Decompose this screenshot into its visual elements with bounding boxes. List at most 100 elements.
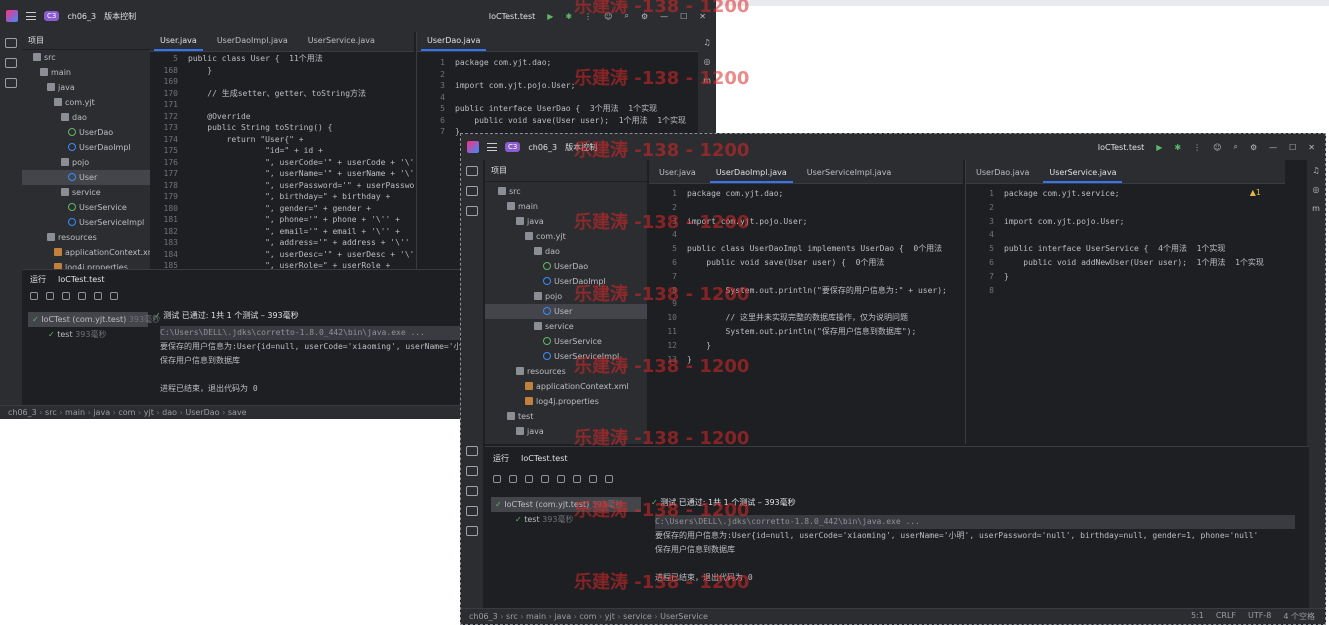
tree-item[interactable]: src	[485, 184, 647, 199]
breadcrumb-item[interactable]: src	[506, 612, 518, 621]
tree-item[interactable]: resources	[485, 364, 647, 379]
run-config-select[interactable]: IoCTest.test	[489, 12, 536, 21]
sort-icon[interactable]	[110, 292, 118, 300]
structure-tool-icon[interactable]	[466, 186, 478, 196]
maximize-icon[interactable]: ☐	[1289, 143, 1296, 152]
tree-item[interactable]: UserDaoImpl	[485, 274, 647, 289]
breadcrumb-item[interactable]: com	[118, 408, 135, 417]
breadcrumb-item[interactable]: com	[579, 612, 596, 621]
code-area[interactable]: 5 public class User { 11个用法 168 } 169 170 //…	[150, 52, 414, 269]
editor-tab[interactable]: UserDaoImpl.java	[706, 163, 797, 183]
notifications-icon[interactable]: ♫	[1312, 166, 1319, 175]
tree-item[interactable]: service	[22, 185, 150, 200]
debug-icon[interactable]: ✱	[1174, 143, 1181, 152]
tree-item[interactable]: applicationContext.xml	[485, 379, 647, 394]
more-tools-icon[interactable]	[466, 206, 478, 216]
ai-icon[interactable]: ◎	[1313, 185, 1320, 194]
breadcrumb-item[interactable]: src	[45, 408, 57, 417]
tree-item[interactable]: UserDao	[485, 259, 647, 274]
minimize-icon[interactable]: —	[1269, 143, 1277, 152]
menu-icon[interactable]	[487, 143, 497, 151]
status-item[interactable]: 4 个空格	[1283, 611, 1315, 622]
breadcrumb-item[interactable]: dao	[162, 408, 177, 417]
editor-tab[interactable]: User.java	[649, 163, 706, 183]
tree-item[interactable]: com.yjt	[485, 229, 647, 244]
run-title[interactable]: 运行	[493, 453, 509, 464]
run-icon[interactable]: ▶	[547, 12, 553, 21]
test-child[interactable]: ✓ test 393毫秒	[28, 327, 148, 342]
tree-item[interactable]: UserServiceImpl	[485, 349, 647, 364]
tree-item[interactable]: UserDaoImpl	[22, 140, 150, 155]
editor-tab[interactable]: UserDaoImpl.java	[207, 32, 298, 51]
maven-icon[interactable]: m	[703, 76, 711, 85]
breadcrumb-item[interactable]: ch06_3	[8, 408, 37, 417]
project-panel-header[interactable]: 项目	[22, 32, 150, 50]
run-config-select[interactable]: IoCTest.test	[1098, 143, 1145, 152]
project-badge[interactable]: C3	[44, 11, 60, 21]
project-name[interactable]: ch06_3	[528, 143, 557, 152]
tree-item[interactable]: test	[485, 409, 647, 424]
tree-item[interactable]: dao	[485, 244, 647, 259]
run-tab[interactable]: IoCTest.test	[58, 275, 105, 284]
code-area[interactable]: 1 package com.yjt.service; 2 3 import com.yj…	[966, 184, 1285, 297]
project-name[interactable]: ch06_3	[67, 12, 96, 21]
run-tool-icon[interactable]	[466, 446, 478, 456]
project-tool-icon[interactable]	[5, 38, 17, 48]
editor-tab[interactable]: UserDao.java	[966, 163, 1039, 183]
show-ignored-icon[interactable]	[557, 475, 565, 483]
test-child[interactable]: ✓ test 393毫秒	[491, 512, 641, 527]
tree-item[interactable]: main	[485, 199, 647, 214]
tree-item[interactable]: UserService	[485, 334, 647, 349]
ai-icon[interactable]: ◎	[704, 57, 711, 66]
tree-item[interactable]: UserDao	[22, 125, 150, 140]
editor-tab[interactable]: UserServiceImpl.java	[797, 163, 902, 183]
breadcrumb-item[interactable]: save	[228, 408, 247, 417]
user-icon[interactable]: ☺	[604, 12, 612, 21]
build-tool-icon[interactable]	[466, 466, 478, 476]
rerun-icon[interactable]	[493, 475, 501, 483]
run-title[interactable]: 运行	[30, 274, 46, 285]
rerun-icon[interactable]	[30, 292, 38, 300]
tree-item[interactable]: dao	[22, 110, 150, 125]
rerun-failed-icon[interactable]	[46, 292, 54, 300]
maven-icon[interactable]: m	[1312, 204, 1320, 213]
breadcrumb-item[interactable]: main	[65, 408, 85, 417]
tree-item[interactable]: java	[485, 424, 647, 439]
close-icon[interactable]: ✕	[699, 12, 706, 21]
run-tab[interactable]: IoCTest.test	[521, 454, 568, 463]
more-icon[interactable]: ⋮	[1193, 143, 1201, 152]
code-area[interactable]: 1 package com.yjt.dao; 2 3 import com.yjt.po…	[649, 184, 963, 366]
editor-tab[interactable]: UserDao.java	[417, 32, 490, 51]
test-root[interactable]: ✓ IoCTest (com.yjt.test) 393毫秒	[28, 312, 160, 327]
sort-icon[interactable]	[573, 475, 581, 483]
minimize-icon[interactable]: —	[660, 12, 668, 21]
maximize-icon[interactable]: ☐	[680, 12, 687, 21]
tree-item[interactable]: service	[485, 319, 647, 334]
tree-item[interactable]: resources	[22, 230, 150, 245]
gear-icon[interactable]: ⚙	[1250, 143, 1257, 152]
screenshot-icon[interactable]	[605, 475, 613, 483]
terminal-tool-icon[interactable]	[466, 486, 478, 496]
breadcrumb-item[interactable]: java	[554, 612, 571, 621]
status-item[interactable]: UTF-8	[1248, 611, 1271, 622]
tree-item[interactable]: UserService	[22, 200, 150, 215]
search-icon[interactable]: ⌕	[624, 11, 628, 21]
run-icon[interactable]: ▶	[1156, 143, 1162, 152]
test-root[interactable]: ✓ IoCTest (com.yjt.test) 393毫秒	[491, 497, 641, 512]
debug-icon[interactable]: ✱	[565, 12, 572, 21]
user-icon[interactable]: ☺	[1213, 143, 1221, 152]
editor-tab[interactable]: User.java	[150, 32, 207, 51]
editor-tab[interactable]: UserService.java	[1039, 163, 1126, 183]
breadcrumb-item[interactable]: service	[623, 612, 652, 621]
project-tool-icon[interactable]	[466, 166, 478, 176]
tree-item[interactable]: pojo	[22, 155, 150, 170]
project-badge[interactable]: C3	[505, 142, 521, 152]
tree-item[interactable]: applicationContext.xml	[22, 245, 150, 260]
breadcrumb-item[interactable]: UserDao	[185, 408, 219, 417]
breadcrumb-item[interactable]: yjt	[144, 408, 154, 417]
tree-item[interactable]: User	[485, 304, 647, 319]
tree-item[interactable]: log4j.properties	[485, 394, 647, 409]
tree-item[interactable]: java	[485, 214, 647, 229]
vcs-menu[interactable]: 版本控制	[565, 142, 597, 153]
tree-item[interactable]: pojo	[485, 289, 647, 304]
